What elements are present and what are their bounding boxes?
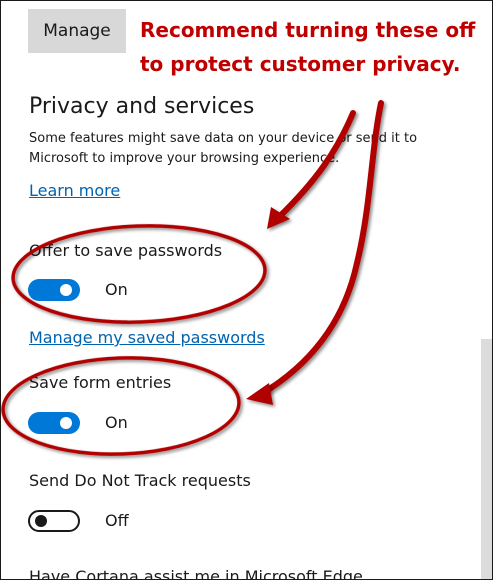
cortana-assist-label: Have Cortana assist me in Microsoft Edge (29, 567, 363, 580)
section-heading: Privacy and services (29, 94, 255, 119)
offer-save-passwords-state: On (105, 280, 128, 299)
manage-tab[interactable]: Manage (28, 9, 126, 53)
highlight-ellipse-passwords (11, 224, 267, 324)
settings-pane: Manage Privacy and services Some feature… (0, 0, 493, 580)
manage-saved-passwords-link[interactable]: Manage my saved passwords (29, 328, 265, 347)
save-form-entries-label: Save form entries (29, 373, 172, 392)
save-form-entries-state: On (105, 413, 128, 432)
do-not-track-label: Send Do Not Track requests (29, 471, 251, 490)
section-description: Some features might save data on your de… (29, 131, 418, 166)
arrowhead-passwords (267, 207, 290, 229)
toggle-knob (60, 417, 72, 429)
arrowhead-form-entries (246, 383, 273, 405)
scrollbar-thumb[interactable] (481, 339, 492, 579)
callout-line-1: Recommend turning these off (140, 18, 476, 42)
do-not-track-toggle[interactable] (28, 510, 80, 532)
save-form-entries-toggle[interactable] (28, 412, 80, 434)
learn-more-link[interactable]: Learn more (29, 181, 120, 200)
highlight-ellipse-form-entries (1, 356, 241, 456)
offer-save-passwords-label: Offer to save passwords (29, 241, 223, 260)
do-not-track-state: Off (105, 511, 129, 530)
offer-save-passwords-toggle[interactable] (28, 279, 80, 301)
callout-line-2: to protect customer privacy. (140, 52, 461, 76)
toggle-knob (60, 284, 72, 296)
toggle-knob (35, 515, 47, 527)
